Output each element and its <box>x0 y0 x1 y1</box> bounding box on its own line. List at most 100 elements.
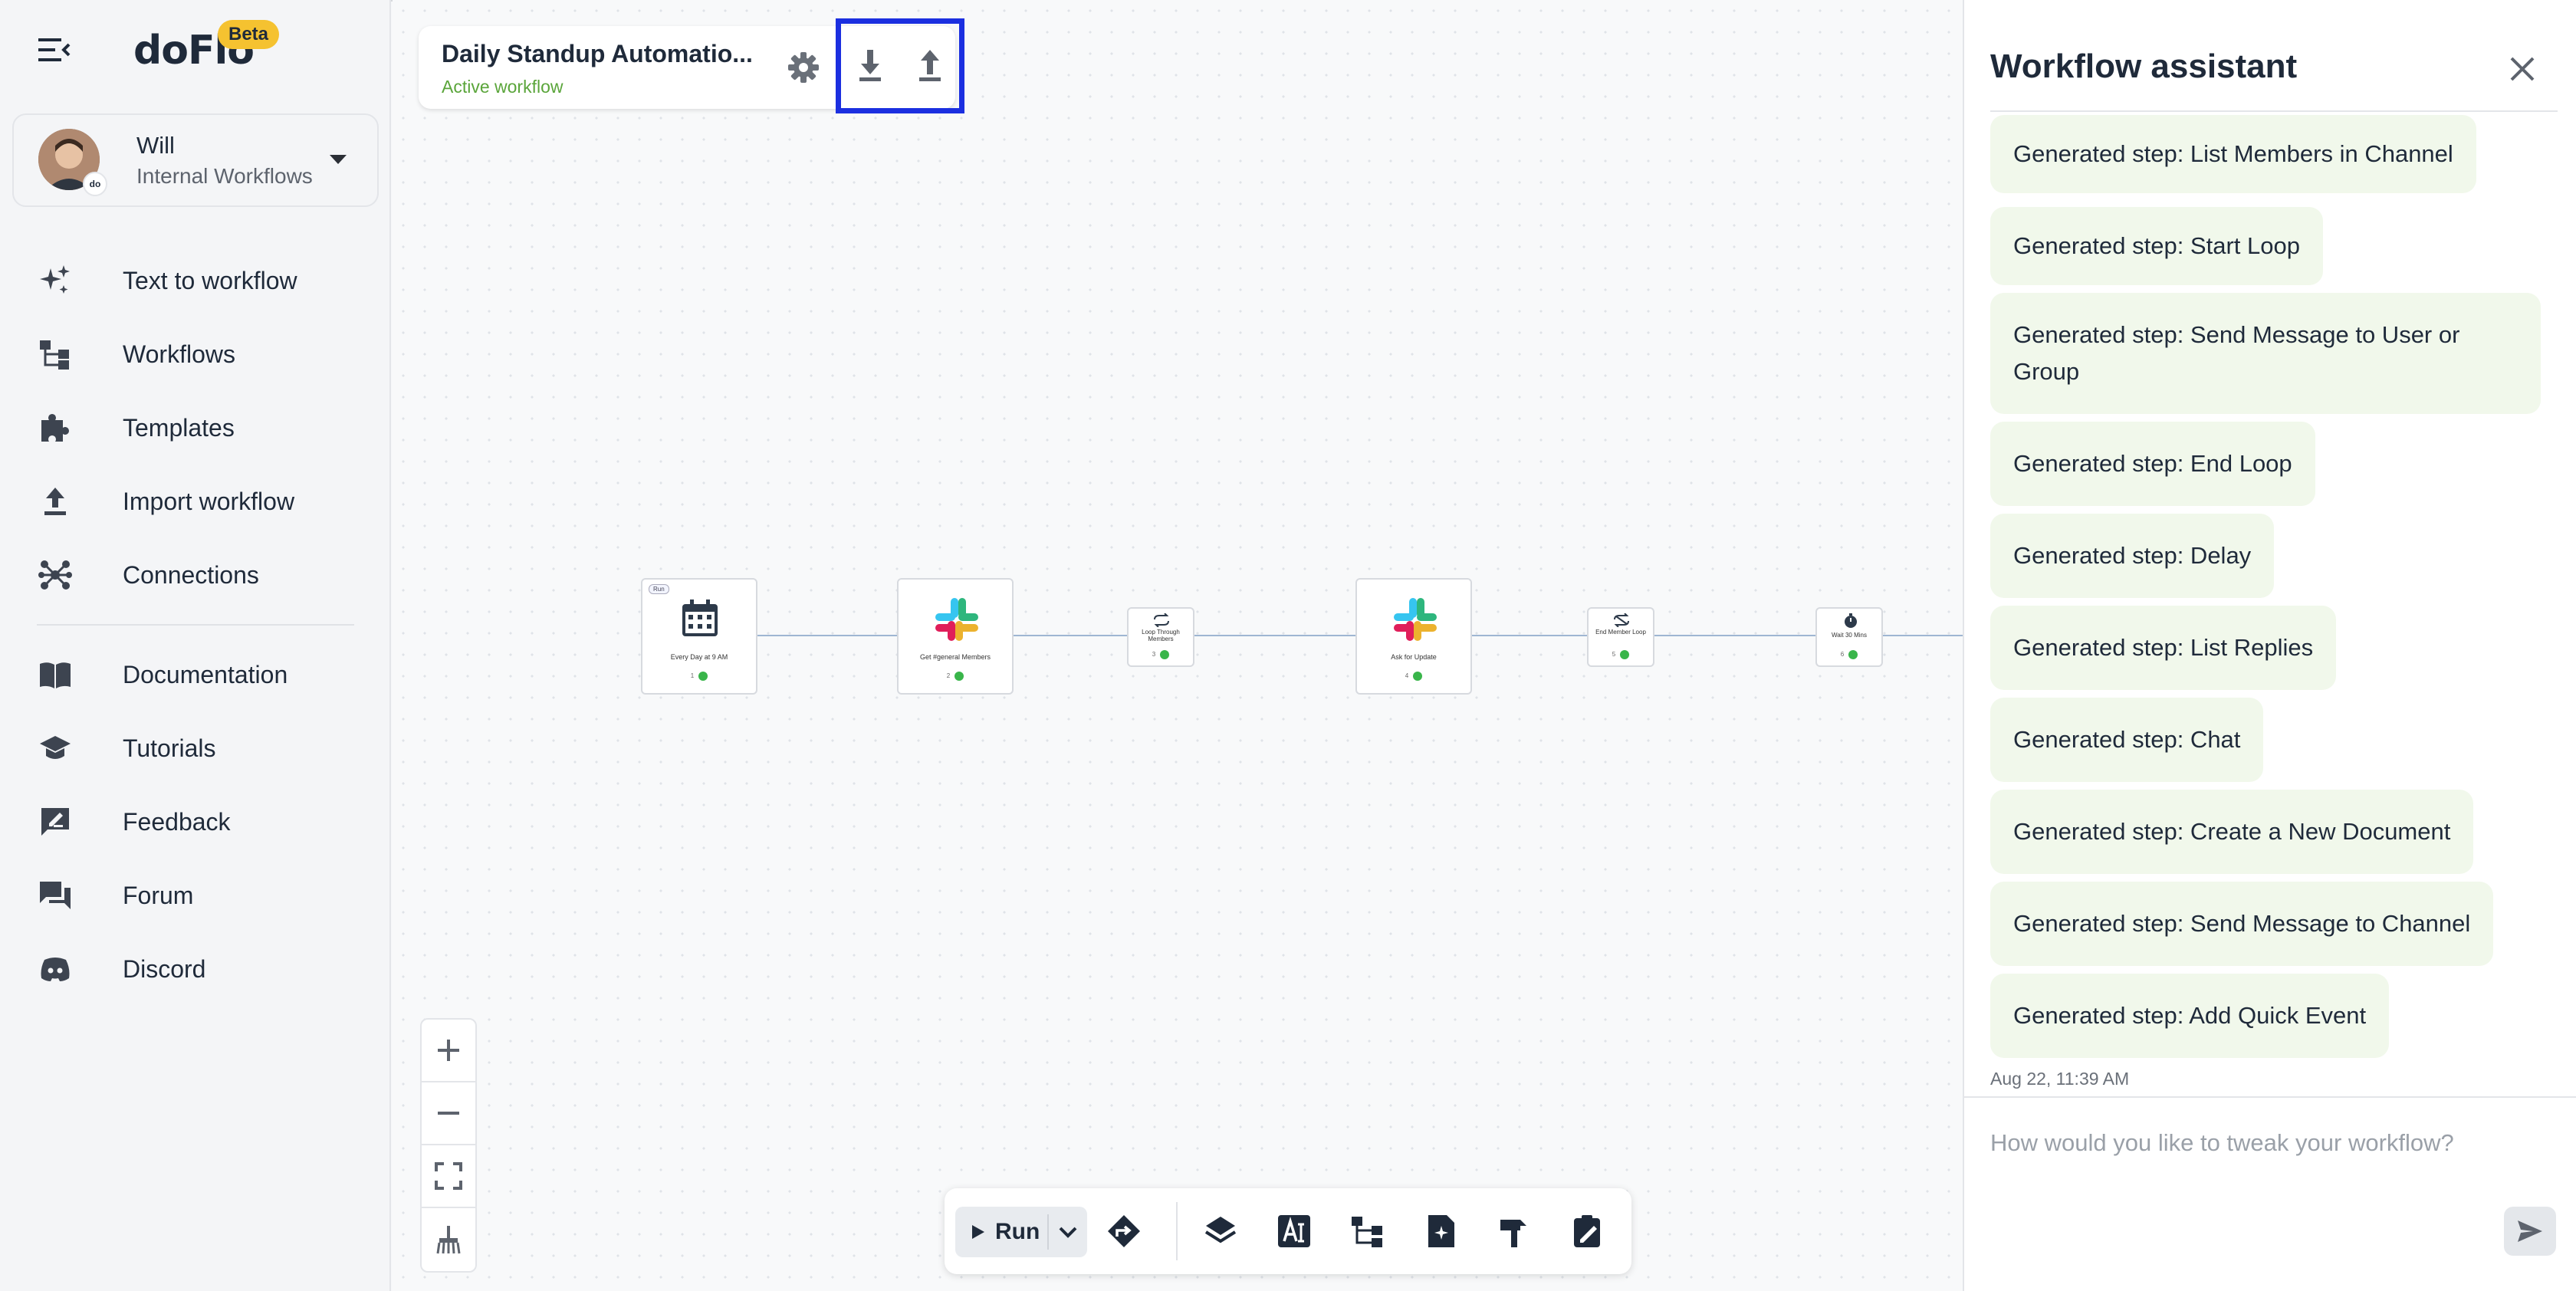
node-step-number: 2 <box>946 672 951 680</box>
layers-button[interactable] <box>1201 1211 1240 1251</box>
node-label: Ask for Update <box>1391 653 1437 661</box>
loop-icon <box>1154 613 1169 627</box>
send-button[interactable] <box>2504 1207 2556 1256</box>
upload-icon[interactable] <box>912 44 948 85</box>
run-label: Run <box>995 1219 1040 1244</box>
edit-notes-icon <box>1574 1215 1600 1247</box>
cleanup-button[interactable] <box>422 1208 475 1271</box>
ai-document-button[interactable] <box>1421 1211 1461 1251</box>
sidebar-item-label: Forum <box>123 881 194 909</box>
workflow-assistant-panel: Workflow assistant Generated step: List … <box>1963 0 2576 1291</box>
ai-text-icon <box>1278 1215 1310 1247</box>
broom-icon <box>436 1226 461 1254</box>
avatar-badge: do <box>83 172 107 196</box>
puzzle-icon <box>37 409 74 446</box>
workflow-node[interactable]: Loop Through Members 3 <box>1127 607 1194 667</box>
assistant-message: Generated step: Send Message to Channel <box>1990 882 2494 966</box>
sidebar-item-import-workflow[interactable]: Import workflow <box>37 478 374 524</box>
node-label: Loop Through Members <box>1142 629 1180 642</box>
node-label: Get #general Members <box>919 653 991 661</box>
zoom-in-button[interactable] <box>422 1020 475 1082</box>
node-step-number: 6 <box>1840 651 1845 659</box>
sidebar-item-forum[interactable]: Forum <box>37 872 374 918</box>
sidebar-item-connections[interactable]: Connections <box>37 552 374 598</box>
sidebar-item-feedback[interactable]: Feedback <box>37 799 374 845</box>
sidebar-item-label: Documentation <box>123 660 288 688</box>
sidebar-item-label: Tutorials <box>123 734 216 762</box>
user-name: Will <box>136 132 175 159</box>
settings-icon[interactable] <box>785 49 822 86</box>
sidebar-item-label: Text to workflow <box>123 266 297 294</box>
workflow-tree-icon <box>1352 1217 1382 1247</box>
sidebar-item-label: Workflows <box>123 340 235 368</box>
check-icon <box>1848 650 1858 659</box>
slack-icon <box>1394 598 1437 641</box>
play-icon <box>972 1225 984 1239</box>
workflow-node[interactable]: End Member Loop 5 <box>1587 607 1654 667</box>
workflow-node[interactable]: Wait 30 Mins 6 <box>1815 607 1883 667</box>
node-label: Every Day at 9 AM <box>670 653 728 661</box>
workflow-node[interactable]: Run Every Day at 9 AM 1 <box>641 578 757 695</box>
chevron-down-icon[interactable] <box>1058 1224 1078 1240</box>
beta-badge: Beta <box>218 20 280 49</box>
node-label: Wait 30 Mins <box>1832 632 1867 639</box>
sidebar-item-templates[interactable]: Templates <box>37 405 374 451</box>
node-step-number: 1 <box>690 672 695 680</box>
graduation-cap-icon <box>37 730 74 767</box>
close-icon[interactable] <box>2507 54 2538 84</box>
zoom-controls <box>420 1018 477 1273</box>
edge <box>757 635 897 636</box>
workflow-node[interactable]: Ask for Update 4 <box>1355 578 1472 695</box>
sidebar-item-documentation[interactable]: Documentation <box>37 652 374 698</box>
hammer-icon <box>1500 1220 1526 1247</box>
loop-end-icon <box>1614 613 1629 627</box>
collapse-menu-icon[interactable] <box>38 37 71 63</box>
feedback-icon <box>37 803 74 840</box>
build-button[interactable] <box>1495 1211 1535 1251</box>
download-icon[interactable] <box>852 44 889 85</box>
edge <box>1193 635 1355 636</box>
edge <box>1881 635 1963 636</box>
chevron-down-icon <box>330 155 347 164</box>
assistant-input[interactable] <box>1990 1124 2527 1162</box>
run-button[interactable]: Run <box>955 1207 1087 1257</box>
run-tag: Run <box>649 584 669 594</box>
sidebar-item-tutorials[interactable]: Tutorials <box>37 725 374 771</box>
timer-icon <box>1845 613 1857 628</box>
discord-icon <box>37 951 74 987</box>
ai-document-icon <box>1428 1215 1454 1247</box>
assistant-message: Generated step: Delay <box>1990 514 2275 598</box>
check-icon <box>1620 650 1630 659</box>
edit-notes-button[interactable] <box>1569 1211 1608 1251</box>
sidebar-divider <box>37 624 354 626</box>
send-icon <box>2518 1220 2542 1242</box>
ai-text-button[interactable] <box>1274 1211 1314 1251</box>
sidebar-item-label: Feedback <box>123 807 231 836</box>
check-icon <box>1160 650 1170 659</box>
fullscreen-icon <box>435 1162 462 1190</box>
assistant-message: Generated step: List Members in Channel <box>1990 115 2476 193</box>
hub-icon <box>37 557 74 593</box>
zoom-out-button[interactable] <box>422 1082 475 1145</box>
user-org: Internal Workflows <box>136 164 313 188</box>
sidebar-item-text-to-workflow[interactable]: Text to workflow <box>37 258 374 304</box>
assistant-message: Generated step: Add Quick Event <box>1990 974 2390 1058</box>
sidebar-item-label: Templates <box>123 413 235 442</box>
workflow-tree-icon <box>37 336 74 373</box>
sidebar-item-workflows[interactable]: Workflows <box>37 331 374 377</box>
user-switcher[interactable]: do Will Internal Workflows <box>12 113 379 207</box>
calendar-icon <box>682 600 718 636</box>
route-button[interactable] <box>1104 1211 1144 1251</box>
workflow-node[interactable]: Get #general Members 2 <box>897 578 1014 695</box>
node-step-number: 3 <box>1152 651 1156 659</box>
sidebar-item-discord[interactable]: Discord <box>37 946 374 992</box>
sidebar: doFlo Beta do Will Internal Workflows Te… <box>0 0 391 1291</box>
layers-icon <box>1204 1217 1237 1243</box>
workflow-tree-button[interactable] <box>1348 1211 1388 1251</box>
check-icon <box>698 672 708 681</box>
fit-view-button[interactable] <box>422 1145 475 1208</box>
book-icon <box>37 656 74 693</box>
workflow-title[interactable]: Daily Standup Automatio... <box>442 40 753 68</box>
sidebar-item-label: Import workflow <box>123 487 295 515</box>
slack-icon <box>935 598 978 641</box>
